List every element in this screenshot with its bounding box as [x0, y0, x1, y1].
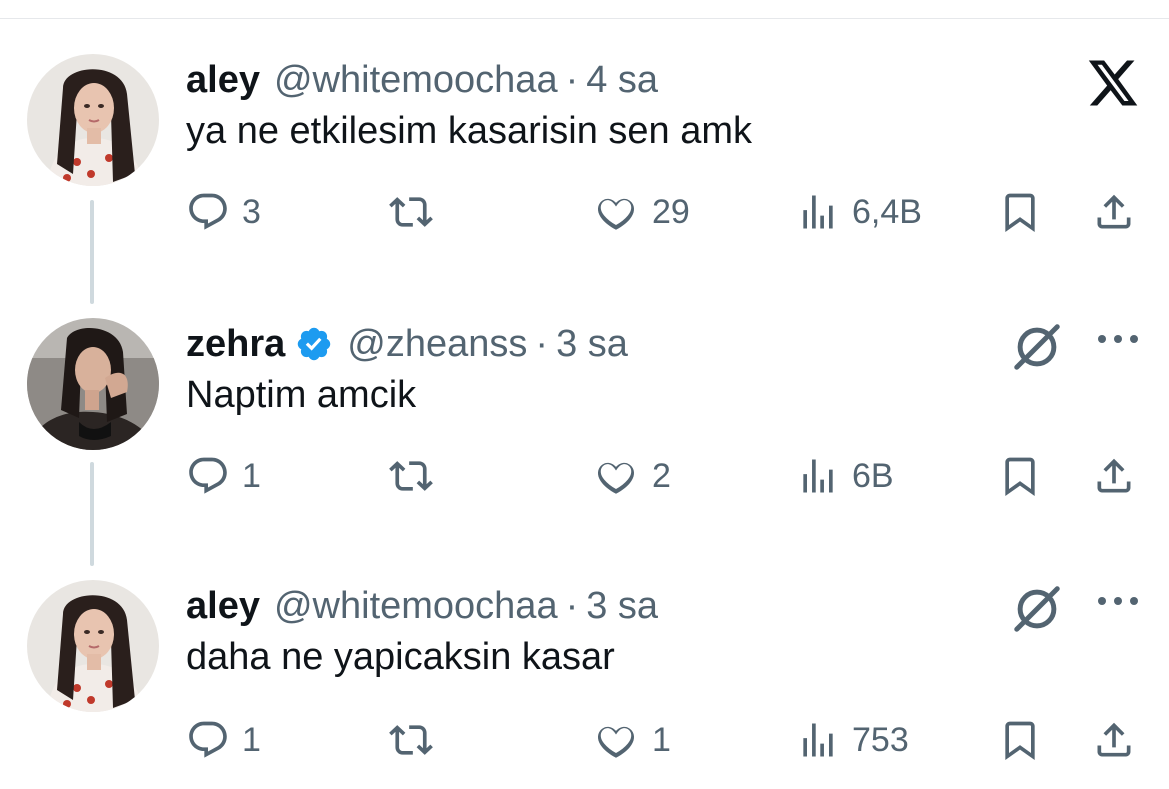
more-dots-icon: [1098, 335, 1138, 343]
separator-dot: ·: [535, 322, 549, 365]
x-logo-icon: [1086, 58, 1140, 108]
share-icon: [1097, 722, 1131, 757]
grok-icon: [1014, 324, 1060, 370]
like-icon: [597, 726, 635, 758]
tweet-text: ya ne etkilesim kasarisin sen amk: [186, 110, 752, 152]
retweet-icon: [389, 461, 433, 491]
tweet-text: Naptim amcik: [186, 374, 417, 416]
tweet[interactable]: aley @whitemoochaa · 3 sa daha ne yapica…: [0, 580, 1169, 789]
like-button[interactable]: 29: [592, 182, 690, 242]
views-count: 753: [852, 720, 909, 759]
action-bar: 3 29 6,4B: [0, 182, 1169, 242]
tweet-text: daha ne yapicaksin kasar: [186, 636, 615, 678]
display-name[interactable]: aley: [186, 59, 260, 102]
retweet-icon: [389, 725, 433, 755]
views-button[interactable]: 6,4B: [796, 182, 922, 242]
views-count: 6B: [852, 456, 894, 495]
reply-button[interactable]: 1: [186, 710, 261, 770]
tweet[interactable]: aley @whitemoochaa · 4 sa ya ne etkilesi…: [0, 54, 1169, 314]
views-icon: [803, 723, 833, 757]
reply-count: 1: [242, 456, 261, 495]
display-name[interactable]: aley: [186, 585, 260, 628]
tweet-header: aley @whitemoochaa · 4 sa: [186, 54, 658, 106]
reply-count: 3: [242, 192, 261, 231]
like-button[interactable]: 1: [592, 710, 671, 770]
more-button[interactable]: [1096, 594, 1140, 608]
grok-button[interactable]: [1010, 582, 1064, 636]
separator-dot: ·: [565, 58, 579, 101]
share-button[interactable]: [1092, 182, 1136, 242]
like-count: 2: [652, 456, 671, 495]
separator-dot: ·: [565, 584, 579, 627]
views-button[interactable]: 6B: [796, 446, 894, 506]
timestamp[interactable]: 4 sa: [586, 59, 658, 102]
share-button[interactable]: [1092, 710, 1136, 770]
reply-button[interactable]: 3: [186, 182, 261, 242]
reply-icon: [189, 193, 227, 230]
bookmark-icon: [1005, 193, 1035, 233]
bookmark-button[interactable]: [998, 182, 1042, 242]
avatar[interactable]: [27, 580, 159, 712]
views-icon: [803, 459, 833, 493]
top-divider: [0, 18, 1169, 19]
like-icon: [597, 462, 635, 494]
views-button[interactable]: 753: [796, 710, 909, 770]
share-icon: [1097, 458, 1131, 493]
verified-badge-icon: [295, 325, 333, 363]
timestamp[interactable]: 3 sa: [556, 323, 628, 366]
user-handle[interactable]: @zheanss: [347, 323, 527, 366]
user-handle[interactable]: @whitemoochaa: [274, 585, 558, 628]
grok-button[interactable]: [1010, 320, 1064, 374]
timestamp[interactable]: 3 sa: [586, 585, 658, 628]
like-icon: [597, 198, 635, 230]
tweet-header: zehra @zheanss · 3 sa: [186, 318, 628, 370]
avatar[interactable]: [27, 318, 159, 450]
retweet-button[interactable]: [386, 710, 448, 770]
grok-icon: [1014, 586, 1060, 632]
tweet[interactable]: zehra @zheanss · 3 sa Naptim amcik 1 2 6…: [0, 318, 1169, 578]
bookmark-icon: [1005, 721, 1035, 761]
action-bar: 1 2 6B: [0, 446, 1169, 506]
share-icon: [1097, 194, 1131, 229]
reply-button[interactable]: 1: [186, 446, 261, 506]
bookmark-button[interactable]: [998, 446, 1042, 506]
more-button[interactable]: [1096, 332, 1140, 346]
retweet-button[interactable]: [386, 446, 448, 506]
avatar[interactable]: [27, 54, 159, 186]
like-count: 1: [652, 720, 671, 759]
tweet-header: aley @whitemoochaa · 3 sa: [186, 580, 658, 632]
share-button[interactable]: [1092, 446, 1136, 506]
retweet-icon: [389, 197, 433, 227]
user-handle[interactable]: @whitemoochaa: [274, 59, 558, 102]
like-button[interactable]: 2: [592, 446, 671, 506]
bookmark-button[interactable]: [998, 710, 1042, 770]
like-count: 29: [652, 192, 690, 231]
display-name[interactable]: zehra: [186, 323, 285, 366]
bookmark-icon: [1005, 457, 1035, 497]
action-bar: 1 1 753: [0, 710, 1169, 770]
reply-icon: [189, 457, 227, 494]
retweet-button[interactable]: [386, 182, 448, 242]
reply-count: 1: [242, 720, 261, 759]
views-count: 6,4B: [852, 192, 922, 231]
reply-icon: [189, 721, 227, 758]
views-icon: [803, 195, 833, 229]
more-dots-icon: [1098, 597, 1138, 605]
